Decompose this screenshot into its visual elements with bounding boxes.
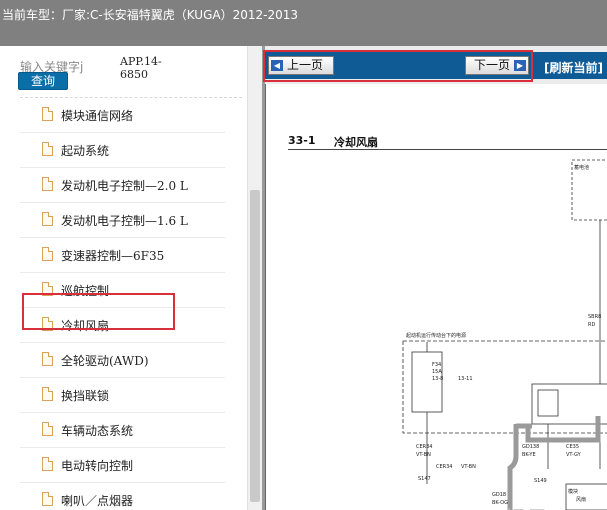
- left-panel: 输入关键字j 查询 APP.14-6850 模块通信网络 起动系统 发动机电子控…: [0, 46, 262, 510]
- wiring-diagram: [402, 159, 607, 510]
- document-icon: [42, 212, 53, 226]
- engine-box-label: 起动机运行传动台下的电源: [406, 333, 467, 339]
- wire-label: GD18: [492, 492, 507, 498]
- splice-label: S147: [418, 476, 431, 482]
- wiring-diagram-page: 33-1 冷却风扇 蓄电池 起动机运行传动台下的电源 F34 15A 13-8 …: [265, 84, 607, 510]
- document-icon: [42, 177, 53, 191]
- document-icon: [42, 142, 53, 156]
- wire-label: BK-YE: [522, 452, 536, 458]
- list-item-label: 发动机电子控制—2.0 L: [61, 179, 188, 193]
- list-item[interactable]: 换挡联锁: [20, 378, 225, 413]
- wire-label: CER34: [416, 444, 433, 450]
- list-item-label: 发动机电子控制—1.6 L: [61, 214, 188, 228]
- vehicle-title: 当前车型：厂家:C-长安福特翼虎（KUGA）2012-2013: [2, 8, 298, 22]
- document-panel: ◀ 上一页 下一页 ▶ [刷新当前] 33-1 冷却风扇 蓄电池 起动机运行传动…: [265, 46, 607, 510]
- watermark: 畅易: [504, 502, 548, 510]
- list-item[interactable]: 全轮驱动(AWD): [20, 343, 225, 378]
- list-item[interactable]: 电动转向控制: [20, 448, 225, 483]
- highlight-box-nav: [263, 50, 533, 82]
- list-item-label: 换挡联锁: [61, 389, 110, 403]
- list-item-label: 电动转向控制: [61, 459, 134, 473]
- wire-label: VT-GY: [566, 452, 581, 458]
- list-item[interactable]: 模块通信网络: [20, 98, 225, 133]
- document-icon: [42, 107, 53, 121]
- wire-label: RD: [588, 322, 596, 328]
- fuse-label: 15A: [432, 369, 442, 375]
- app-version: APP.14-6850: [120, 55, 162, 81]
- wire-label: CE35: [566, 444, 580, 450]
- document-icon: [42, 387, 53, 401]
- wire-label: VT-BN: [416, 452, 431, 458]
- document-icon: [42, 352, 53, 366]
- fuse-label: 13-8: [432, 376, 444, 382]
- search-button[interactable]: 查询: [18, 72, 68, 90]
- list-item-label: 喇叭／点烟器: [61, 494, 134, 508]
- fan-label: 风扇: [576, 497, 587, 503]
- list-item[interactable]: 发动机电子控制—1.6 L: [20, 203, 225, 238]
- splice-label: S149: [534, 478, 547, 484]
- sidebar-scrollbar[interactable]: [247, 46, 262, 510]
- document-icon: [42, 422, 53, 436]
- list-item-label: 全轮驱动(AWD): [61, 354, 149, 368]
- title-bar: 当前车型：厂家:C-长安福特翼虎（KUGA）2012-2013: [0, 0, 607, 46]
- list-item[interactable]: 变速器控制—6F35: [20, 238, 225, 273]
- document-icon: [42, 492, 53, 506]
- list-item[interactable]: 起动系统: [20, 133, 225, 168]
- list-item-label: 起动系统: [61, 144, 110, 158]
- fuse-label: F34: [432, 362, 442, 368]
- list-item-label: 变速器控制—6F35: [61, 249, 165, 263]
- wire-label: VT-BN: [461, 464, 476, 470]
- list-item[interactable]: 车辆动态系统: [20, 413, 225, 448]
- wire-label: GD138: [522, 444, 540, 450]
- list-item[interactable]: 发动机电子控制—2.0 L: [20, 168, 225, 203]
- refresh-current-link[interactable]: [刷新当前]: [544, 59, 603, 76]
- document-icon: [42, 247, 53, 261]
- fuse-label: 13-11: [458, 376, 473, 382]
- list-item[interactable]: 喇叭／点烟器: [20, 483, 225, 510]
- module-label: 模块: [568, 489, 579, 495]
- highlight-box-selected-item: [22, 293, 175, 330]
- list-item-label: 车辆动态系统: [61, 424, 134, 438]
- scrollbar-thumb[interactable]: [250, 190, 260, 502]
- wire-label: CER34: [436, 464, 453, 470]
- list-item-label: 模块通信网络: [61, 109, 134, 123]
- document-icon: [42, 457, 53, 471]
- wire-label: SBR8: [588, 314, 602, 320]
- fuse-box-label: 蓄电池: [574, 165, 590, 171]
